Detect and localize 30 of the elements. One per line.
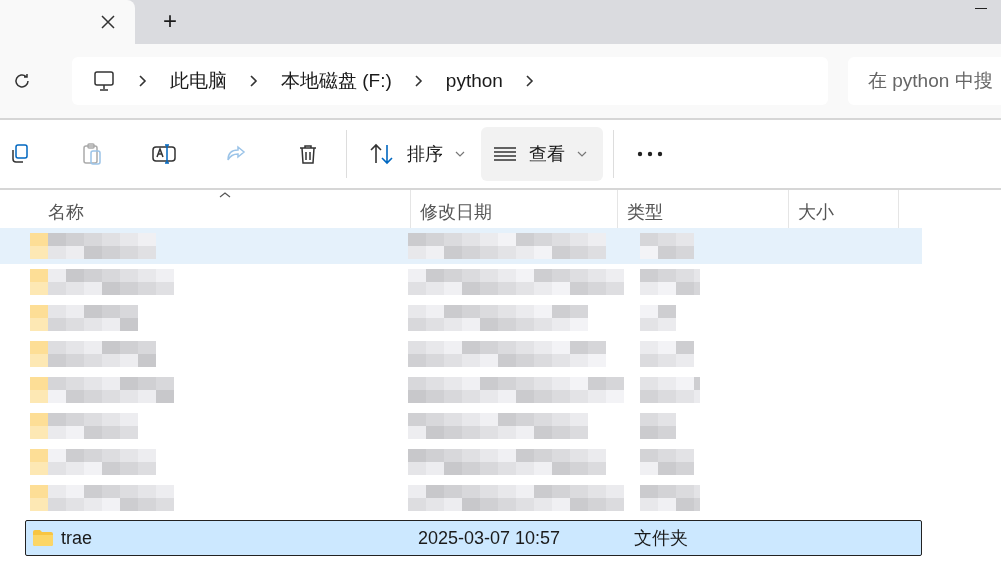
breadcrumb[interactable]: 此电脑 [170,66,227,96]
list-view-icon [493,147,517,161]
computer-icon [92,69,116,93]
modified-date: 2025-03-07 10:57 [418,526,562,550]
file-row[interactable]: trae 2025-03-07 10:57 文件夹 [25,520,922,556]
close-icon[interactable] [101,15,115,29]
view-button[interactable]: 查看 [481,127,603,181]
chevron-right-icon[interactable] [249,74,259,88]
rename-icon [151,142,177,166]
sort-icon [369,143,395,165]
caret-icon [455,151,465,157]
new-tab-button[interactable]: + [155,6,185,36]
chevron-right-icon[interactable] [413,74,424,88]
file-name: trae [61,526,94,550]
clipboard-icon [80,142,104,166]
hovered-file-row[interactable] [0,228,922,264]
sort-button[interactable]: 排序 [357,127,477,181]
chevron-right-icon[interactable] [138,74,148,88]
search-field[interactable]: 在 python 中搜 [848,57,1001,105]
caret-icon [577,151,587,157]
folder-icon [32,529,54,547]
chevron-right-icon[interactable] [524,74,535,88]
breadcrumb[interactable]: python [445,66,503,96]
minimize-icon[interactable] [975,8,987,9]
more-icon [637,151,663,157]
refresh-icon [12,71,32,91]
address-bar[interactable]: 此电脑 本地磁盘 (F:) python [72,57,828,105]
sort-caret-icon [219,192,231,198]
file-type: 文件夹 [634,526,688,550]
breadcrumb[interactable]: 本地磁盘 (F:) [281,66,392,96]
